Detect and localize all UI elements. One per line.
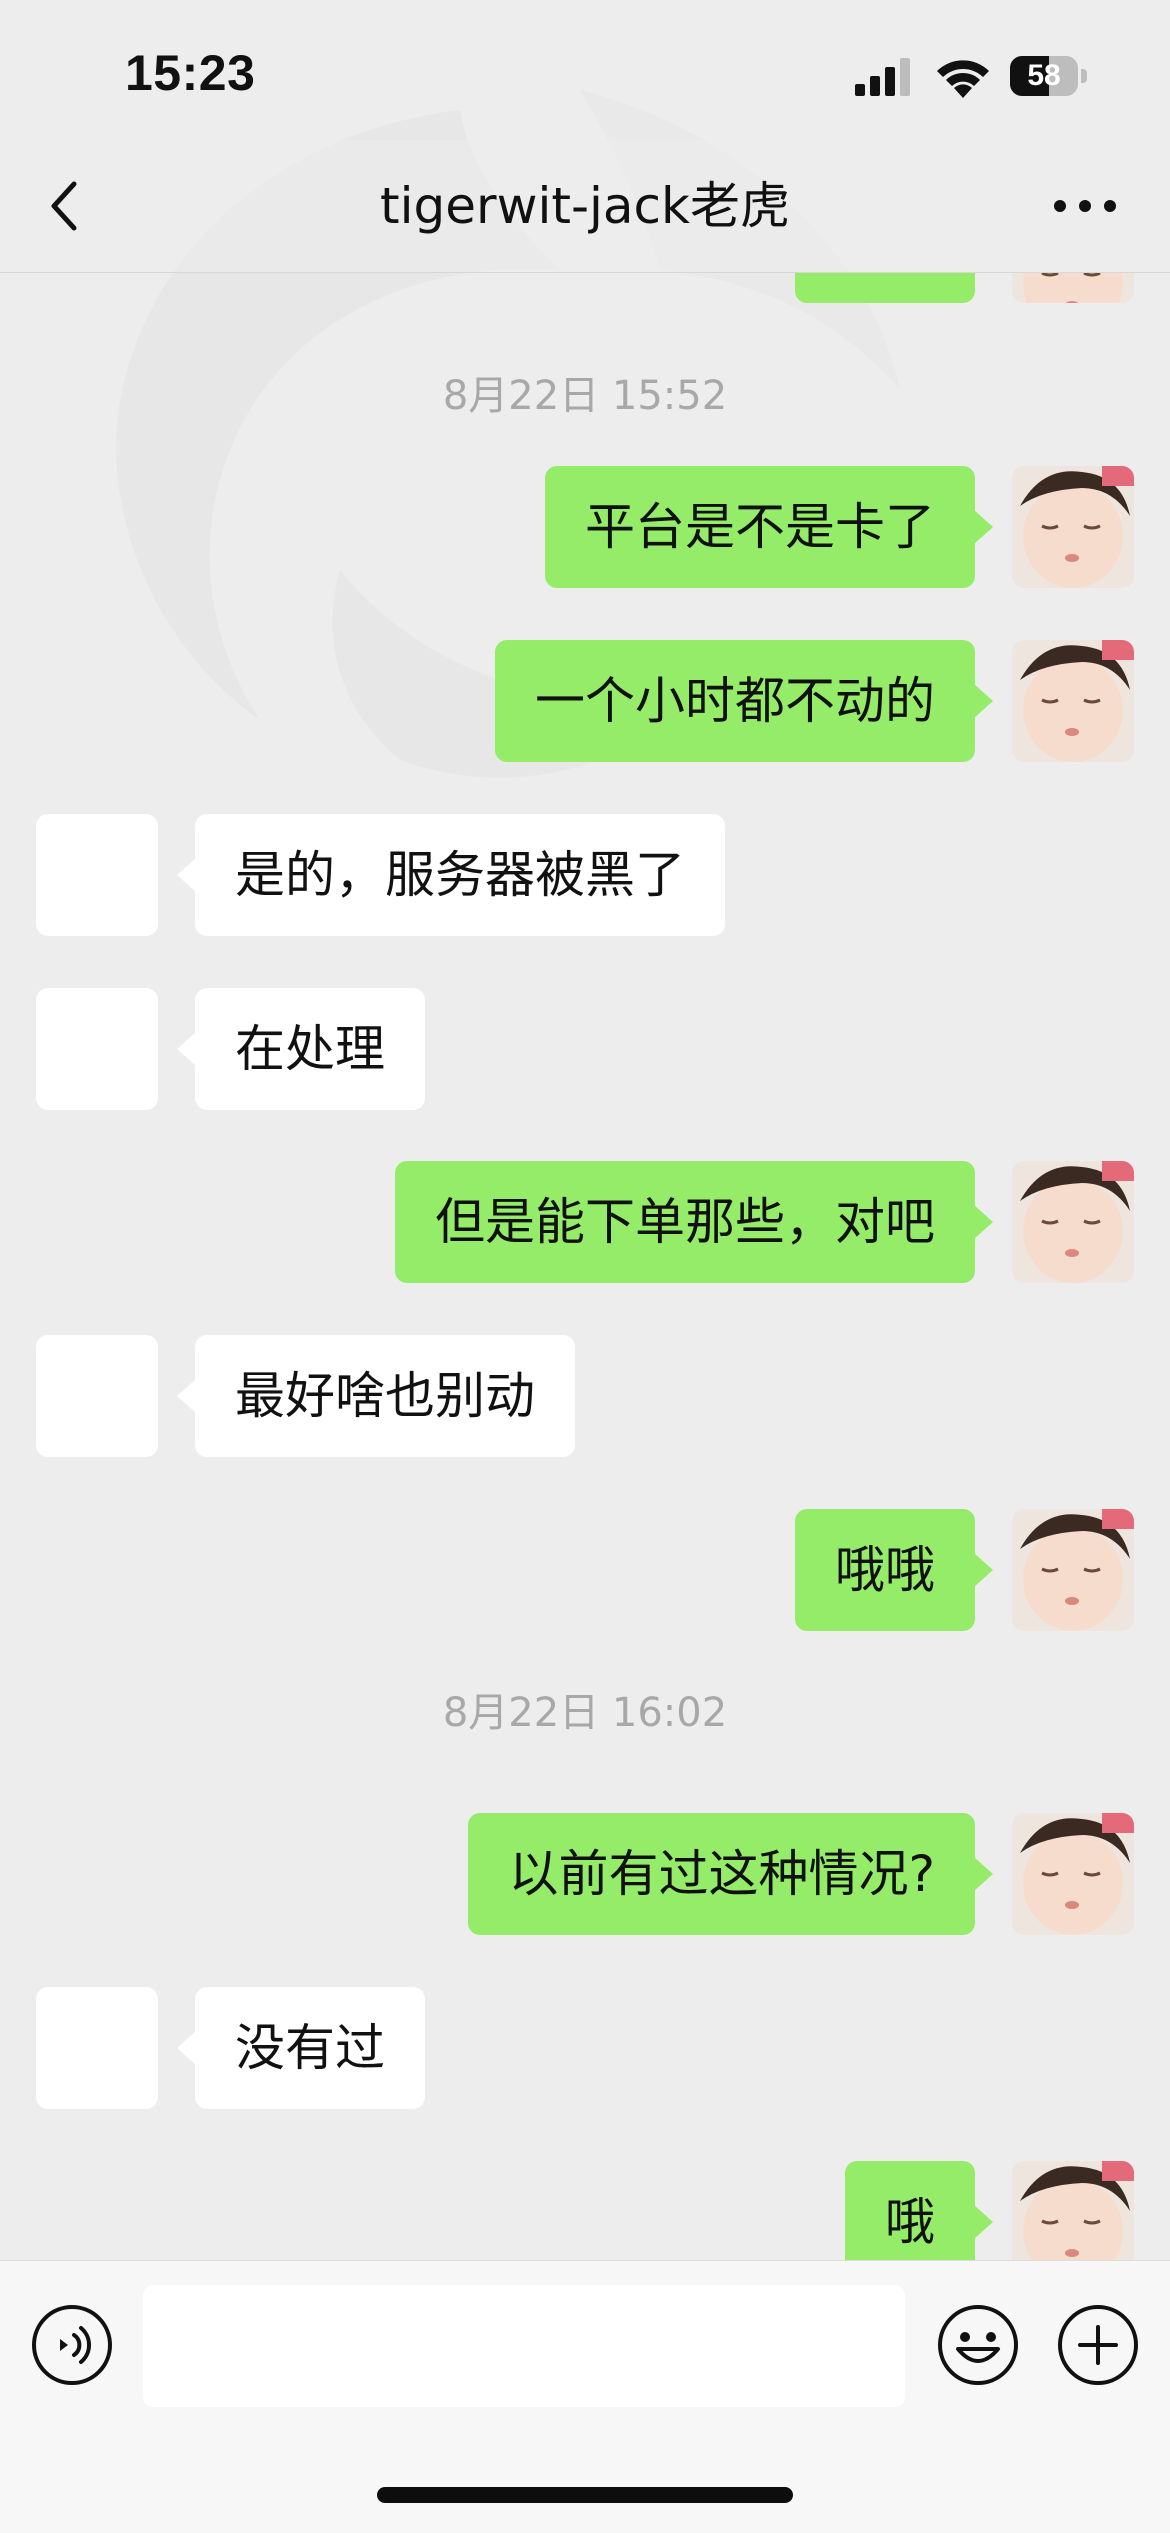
contact-avatar[interactable] (36, 1335, 158, 1457)
battery-icon: 58 (1010, 56, 1088, 96)
sent-message-row: 一个小时都不动的 (0, 640, 1170, 764)
contact-avatar[interactable] (36, 1987, 158, 2109)
voice-icon[interactable] (30, 2303, 114, 2387)
my-avatar[interactable] (1012, 1813, 1134, 1935)
sent-message-bubble[interactable]: 但是能下单那些，对吧 (395, 1161, 993, 1283)
sent-message-bubble[interactable]: 以前有过这种情况? (468, 1813, 993, 1935)
my-avatar[interactable] (1012, 466, 1134, 588)
contact-avatar[interactable] (36, 988, 158, 1110)
timestamp-label: 8月22日 15:52 (442, 373, 728, 419)
received-message-bubble[interactable]: 没有过 (177, 1987, 425, 2109)
battery-percentage: 58 (1027, 59, 1061, 92)
my-avatar[interactable] (1012, 1161, 1134, 1283)
wifi-icon (937, 60, 989, 98)
sent-message-row: 哦哦 (0, 1509, 1170, 1633)
message-bubble-partial (795, 273, 975, 303)
message-input[interactable] (143, 2285, 905, 2407)
ellipsis-icon[interactable] (1050, 176, 1120, 236)
sent-message-row: 哦 (0, 2161, 1170, 2260)
my-avatar[interactable] (1012, 1509, 1134, 1631)
cellular-signal-icon (855, 58, 910, 96)
received-message-row: 没有过 (0, 1987, 1170, 2111)
received-message-row: 是的，服务器被黑了 (0, 814, 1170, 938)
sent-message-bubble[interactable]: 平台是不是卡了 (545, 466, 993, 588)
chat-title: tigerwit-jack老虎 (380, 177, 790, 235)
sent-message-row: 平台是不是卡了 (0, 466, 1170, 590)
received-message-bubble[interactable]: 是的，服务器被黑了 (177, 814, 725, 936)
emoji-icon[interactable] (936, 2303, 1020, 2387)
received-message-bubble[interactable]: 在处理 (177, 988, 425, 1110)
sent-message-bubble[interactable]: 哦哦 (795, 1509, 993, 1631)
chat-header: tigerwit-jack老虎 (0, 140, 1170, 273)
received-message-row: 最好啥也别动 (0, 1335, 1170, 1459)
sent-message-bubble[interactable]: 哦 (845, 2161, 993, 2260)
status-bar: 15:23 58 (0, 0, 1170, 140)
timestamp-label: 8月22日 16:02 (442, 1690, 728, 1736)
my-avatar[interactable] (1012, 640, 1134, 762)
home-indicator (377, 2487, 793, 2503)
my-avatar[interactable] (1012, 2161, 1134, 2260)
sent-message-row: 但是能下单那些，对吧 (0, 1161, 1170, 1285)
sent-message-row: 以前有过这种情况? (0, 1813, 1170, 1937)
received-message-row: 在处理 (0, 988, 1170, 1112)
plus-icon[interactable] (1056, 2303, 1140, 2387)
message-list[interactable]: 8月22日 15:52 平台是不是卡了一个小时都不动的是的，服务器被黑了 在处理但是… (0, 273, 1170, 2260)
sent-message-bubble[interactable]: 一个小时都不动的 (495, 640, 993, 762)
my-avatar-partial (1012, 273, 1134, 303)
received-message-bubble[interactable]: 最好啥也别动 (177, 1335, 575, 1457)
contact-avatar[interactable] (36, 814, 158, 936)
status-time: 15:23 (125, 45, 256, 101)
